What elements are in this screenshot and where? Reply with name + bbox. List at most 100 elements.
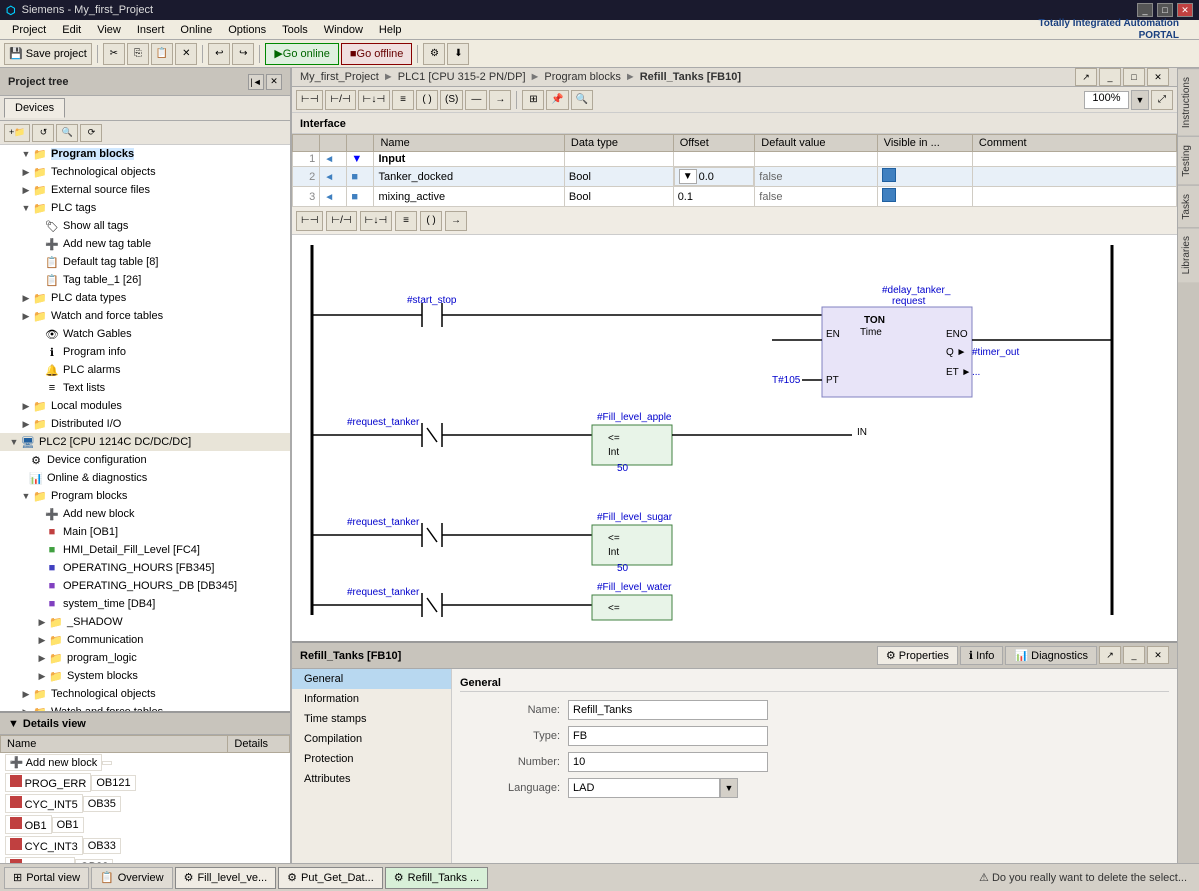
tab-properties[interactable]: ⚙ Properties bbox=[877, 646, 958, 665]
lad-tool-2[interactable]: ⊢/⊣ bbox=[326, 211, 356, 231]
cut-btn[interactable]: ✂ bbox=[103, 43, 125, 65]
prop-type-input[interactable] bbox=[568, 726, 768, 746]
details-row-ob1[interactable]: OB1 OB1 bbox=[1, 814, 228, 835]
prop-nav-attributes[interactable]: Attributes bbox=[292, 769, 451, 789]
put-get-btn[interactable]: ⚙ Put_Get_Dat... bbox=[278, 867, 383, 889]
menu-view[interactable]: View bbox=[89, 22, 129, 38]
tree-item-plc-data-types[interactable]: ▶ 📁 PLC data types bbox=[0, 289, 290, 307]
prop-undock-btn[interactable]: ↗ bbox=[1099, 646, 1121, 664]
compile-btn[interactable]: ⚙ bbox=[423, 43, 445, 65]
tree-item-tech-objects-1[interactable]: ▶ 📁 Technological objects bbox=[0, 163, 290, 181]
menu-tools[interactable]: Tools bbox=[274, 22, 316, 38]
ed-btn-6[interactable]: (S) bbox=[440, 90, 463, 110]
tab-devices[interactable]: Devices bbox=[4, 98, 65, 118]
tree-item-tag-table-1[interactable]: 📋 Tag table_1 [26] bbox=[0, 271, 290, 289]
tree-item-op-hours-fb[interactable]: ■ OPERATING_HOURS [FB345] bbox=[0, 559, 290, 577]
save-project-btn[interactable]: 💾 Save project bbox=[4, 43, 92, 65]
prop-nav-information[interactable]: Information bbox=[292, 689, 451, 709]
fill-level-btn[interactable]: ⚙ Fill_level_ve... bbox=[175, 867, 277, 889]
ed-btn-10[interactable]: 📌 bbox=[546, 90, 568, 110]
ed-btn-4[interactable]: ≡ bbox=[392, 90, 414, 110]
tree-item-program-info-1[interactable]: ℹ Program info bbox=[0, 343, 290, 361]
lad-tool-5[interactable]: ( ) bbox=[420, 211, 442, 231]
tab-info[interactable]: ℹ Info bbox=[960, 646, 1004, 665]
ed-btn-2[interactable]: ⊢/⊣ bbox=[325, 90, 355, 110]
tree-item-plc-alarms[interactable]: 🔔 PLC alarms bbox=[0, 361, 290, 379]
details-row-cyc-int5[interactable]: CYC_INT5 OB35 bbox=[1, 793, 228, 814]
details-row-prog-err[interactable]: PROG_ERR OB121 bbox=[1, 772, 228, 793]
menu-online[interactable]: Online bbox=[172, 22, 220, 38]
tree-item-tech-objects-2[interactable]: ▶ 📁 Technological objects bbox=[0, 685, 290, 703]
tree-item-ext-source[interactable]: ▶ 📁 External source files bbox=[0, 181, 290, 199]
pt-close-btn[interactable]: ✕ bbox=[266, 74, 282, 90]
tree-item-main-ob1[interactable]: ■ Main [OB1] bbox=[0, 523, 290, 541]
tree-item-add-new-block[interactable]: ➕ Add new block bbox=[0, 505, 290, 523]
ed-btn-7[interactable]: — bbox=[465, 90, 487, 110]
menu-project[interactable]: Project bbox=[4, 22, 54, 38]
tree-item-device-config-2[interactable]: ⚙ Device configuration bbox=[0, 451, 290, 469]
details-row-add[interactable]: ➕ Add new block bbox=[1, 753, 228, 772]
rs-tab-libraries[interactable]: Libraries bbox=[1178, 227, 1199, 282]
tree-item-program-blocks-2[interactable]: ▼ 📁 Program blocks bbox=[0, 487, 290, 505]
tree-item-distributed-io[interactable]: ▶ 📁 Distributed I/O bbox=[0, 415, 290, 433]
ed-btn-11[interactable]: 🔍 bbox=[571, 90, 593, 110]
menu-help[interactable]: Help bbox=[371, 22, 410, 38]
redo-btn[interactable]: ↪ bbox=[232, 43, 254, 65]
bc-close-btn[interactable]: ✕ bbox=[1147, 68, 1169, 86]
tree-item-text-lists-1[interactable]: ≡ Text lists bbox=[0, 379, 290, 397]
tree-item-plc-tags[interactable]: ▼ 📁 PLC tags bbox=[0, 199, 290, 217]
tree-item-watch-force-1[interactable]: ▶ 📁 Watch and force tables bbox=[0, 307, 290, 325]
sync-btn[interactable]: ↺ bbox=[32, 124, 54, 142]
lad-tool-6[interactable]: → bbox=[445, 211, 467, 231]
tree-item-program-blocks-1[interactable]: ▼ 📁 Program blocks bbox=[0, 145, 290, 163]
ed-btn-3[interactable]: ⊢↓⊣ bbox=[358, 90, 390, 110]
prop-nav-timestamps[interactable]: Time stamps bbox=[292, 709, 451, 729]
tree-item-communication[interactable]: ▶ 📁 Communication bbox=[0, 631, 290, 649]
ed-expand-btn[interactable]: ⤢ bbox=[1151, 90, 1173, 110]
tree-item-op-hours-db[interactable]: ■ OPERATING_HOURS_DB [DB345] bbox=[0, 577, 290, 595]
tab-diagnostics[interactable]: 📊 Diagnostics bbox=[1005, 646, 1097, 665]
portal-view-btn[interactable]: ⊞ Portal view bbox=[4, 867, 89, 889]
tree-refresh-btn[interactable]: ⟳ bbox=[80, 124, 102, 142]
tree-item-watch-gables[interactable]: 👁 Watch Gables bbox=[0, 325, 290, 343]
tree-item-add-tag[interactable]: ➕ Add new tag table bbox=[0, 235, 290, 253]
copy-btn[interactable]: ⎘ bbox=[127, 43, 149, 65]
tree-item-program-logic[interactable]: ▶ 📁 program_logic bbox=[0, 649, 290, 667]
undo-btn[interactable]: ↩ bbox=[208, 43, 230, 65]
tree-item-system-blocks[interactable]: ▶ 📁 System blocks bbox=[0, 667, 290, 685]
lad-tool-4[interactable]: ≡ bbox=[395, 211, 417, 231]
menu-options[interactable]: Options bbox=[220, 22, 274, 38]
prop-name-input[interactable] bbox=[568, 700, 768, 720]
ed-btn-5[interactable]: ( ) bbox=[416, 90, 438, 110]
tree-item-sys-time-db[interactable]: ■ system_time [DB4] bbox=[0, 595, 290, 613]
refill-tanks-btn[interactable]: ⚙ Refill_Tanks ... bbox=[385, 867, 488, 889]
search-tree-btn[interactable]: 🔍 bbox=[56, 124, 78, 142]
new-folder-btn[interactable]: +📁 bbox=[4, 124, 30, 142]
ed-btn-9[interactable]: ⊞ bbox=[522, 90, 544, 110]
go-online-btn[interactable]: ▶ Go online bbox=[265, 43, 339, 65]
delete-btn[interactable]: ✕ bbox=[175, 43, 197, 65]
rs-tab-testing[interactable]: Testing bbox=[1178, 136, 1199, 185]
ed-btn-1[interactable]: ⊢⊣ bbox=[296, 90, 323, 110]
prop-nav-general[interactable]: General bbox=[292, 669, 451, 689]
prop-lang-input[interactable] bbox=[568, 778, 720, 798]
zoom-dropdown-btn[interactable]: ▼ bbox=[1131, 90, 1149, 110]
tree-item-watch-force-2[interactable]: ▶ 📁 Watch and force tables bbox=[0, 703, 290, 711]
tree-item-shadow[interactable]: ▶ 📁 _SHADOW bbox=[0, 613, 290, 631]
details-expand-btn[interactable]: ▼ bbox=[8, 718, 19, 730]
editor-diagram-wrapper[interactable]: ⊢⊣ ⊢/⊣ ⊢↓⊣ ≡ ( ) → bbox=[292, 207, 1177, 641]
paste-btn[interactable]: 📋 bbox=[151, 43, 173, 65]
prop-close-btn[interactable]: ✕ bbox=[1147, 646, 1169, 664]
rs-tab-tasks[interactable]: Tasks bbox=[1178, 185, 1199, 228]
menu-window[interactable]: Window bbox=[316, 22, 371, 38]
tree-item-default-tag[interactable]: 📋 Default tag table [8] bbox=[0, 253, 290, 271]
bc-min-btn[interactable]: _ bbox=[1099, 68, 1121, 86]
prop-nav-compilation[interactable]: Compilation bbox=[292, 729, 451, 749]
tree-item-plc2[interactable]: ▼ 🖥 PLC2 [CPU 1214C DC/DC/DC] bbox=[0, 433, 290, 451]
tree-item-local-modules[interactable]: ▶ 📁 Local modules bbox=[0, 397, 290, 415]
tree-item-online-diag[interactable]: 📊 Online & diagnostics bbox=[0, 469, 290, 487]
details-row-cyc-int3[interactable]: CYC_INT3 OB33 bbox=[1, 835, 228, 856]
tree-item-hmi-detail[interactable]: ■ HMI_Detail_Fill_Level [FC4] bbox=[0, 541, 290, 559]
overview-btn[interactable]: 📋 Overview bbox=[91, 867, 173, 889]
download-btn[interactable]: ⬇ bbox=[447, 43, 469, 65]
